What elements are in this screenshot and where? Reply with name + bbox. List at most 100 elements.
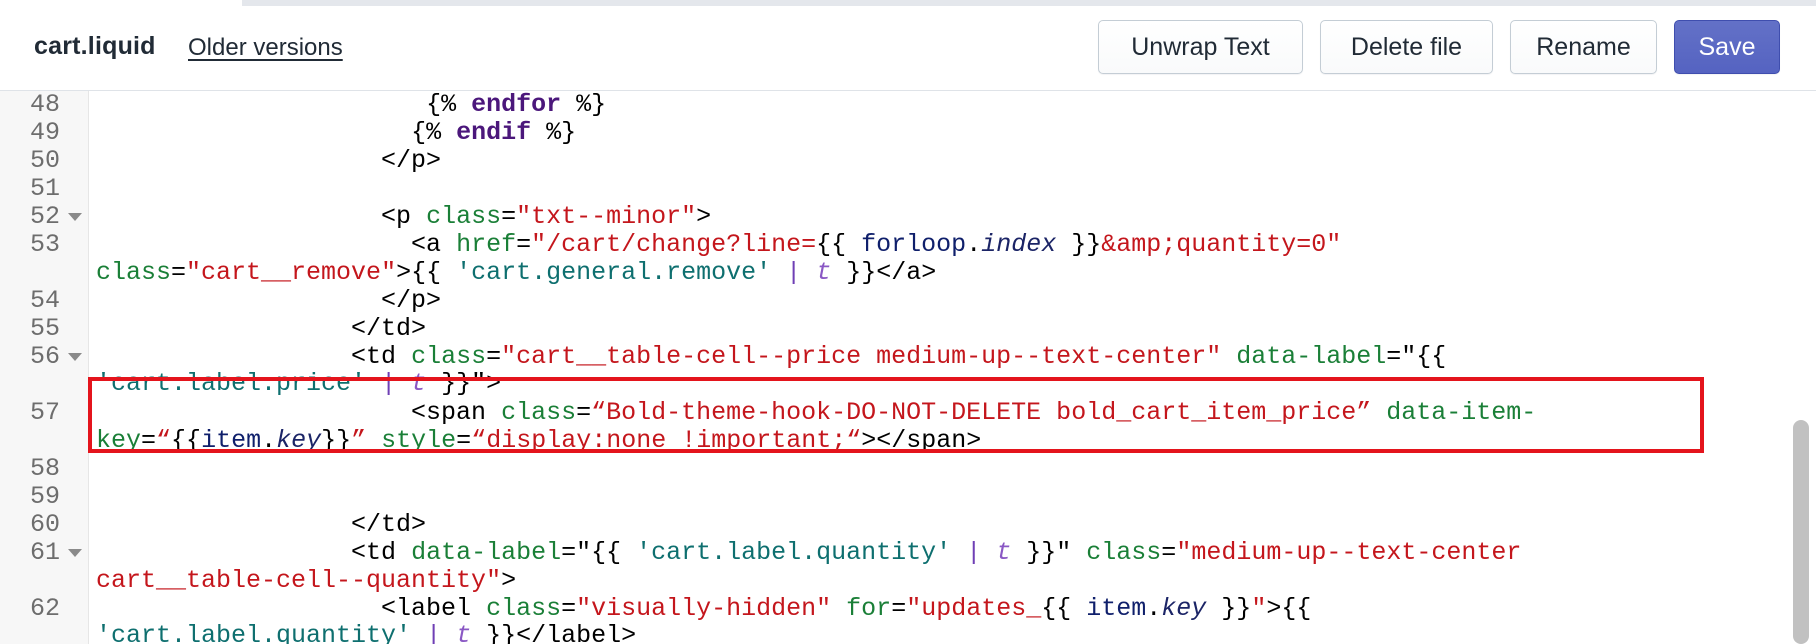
- line-number: 62: [29, 594, 60, 623]
- code-token: "/cart/change?line=: [531, 230, 817, 259]
- code-token: key: [96, 426, 142, 455]
- code-line-62-wrap: 'cart.label.quantity' | t }}</label>: [96, 622, 636, 644]
- line-number: 53: [29, 230, 60, 259]
- save-button[interactable]: Save: [1674, 20, 1780, 74]
- code-token: {{: [816, 230, 862, 259]
- code-token: forloop: [861, 230, 967, 259]
- code-token: }}: [1056, 230, 1102, 259]
- code-token: &amp;quantity=0": [1101, 230, 1342, 259]
- fold-toggle-icon[interactable]: [68, 353, 82, 361]
- line-number: 48: [29, 91, 60, 119]
- code-line-50: </p>: [96, 146, 442, 175]
- code-token: <span: [96, 398, 502, 427]
- older-versions-link[interactable]: Older versions: [188, 34, 343, 62]
- code-token: }}": [1011, 538, 1072, 567]
- code-token: {%: [411, 118, 457, 147]
- code-token: }}: [1206, 594, 1252, 623]
- code-token: for: [846, 594, 892, 623]
- code-token: "cart__table-cell--price medium-up--text…: [501, 342, 1222, 371]
- scrollbar-thumb[interactable]: [1793, 420, 1809, 644]
- code-token: }}: [321, 426, 352, 455]
- code-line-56-wrap: 'cart.label.price' | t }}">: [96, 370, 501, 398]
- code-token: {{: [171, 426, 202, 455]
- code-token: "cart__remove": [186, 258, 397, 287]
- code-token: <td: [96, 342, 412, 371]
- line-number: 52: [29, 202, 60, 231]
- code-token: =: [456, 426, 472, 455]
- code-token: "{{: [576, 538, 637, 567]
- code-token: data-label: [1236, 342, 1387, 371]
- code-line-57: <span class=“Bold-theme-hook-DO-NOT-DELE…: [96, 399, 1536, 427]
- code-token: |: [966, 538, 982, 567]
- code-token: }}">: [426, 369, 502, 398]
- line-number: 57: [29, 398, 60, 427]
- code-editor[interactable]: 48 49 50 51 52 53 54 55 56 57 58 59 60 6…: [0, 91, 1816, 644]
- code-token: class: [96, 258, 172, 287]
- fold-toggle-icon[interactable]: [68, 213, 82, 221]
- line-number: 59: [29, 482, 60, 511]
- code-token: "visually-hidden": [576, 594, 832, 623]
- code-line-54: </p>: [96, 286, 442, 315]
- code-token: data-label: [411, 538, 562, 567]
- code-line-55: </td>: [96, 314, 427, 343]
- code-token: class: [426, 202, 502, 231]
- code-token: “Bold-theme-hook-DO-NOT-DELETE bold_cart…: [591, 398, 1372, 427]
- code-token: =: [486, 342, 502, 371]
- code-token: ": [1251, 594, 1267, 623]
- code-token: index: [981, 230, 1057, 259]
- code-token: {{: [1041, 594, 1087, 623]
- code-token: .: [966, 230, 982, 259]
- line-number: 49: [29, 118, 60, 147]
- code-token: t: [411, 369, 427, 398]
- code-token: |: [381, 369, 397, 398]
- code-token: endif: [456, 118, 532, 147]
- code-token: cart__table-cell--quantity": [96, 566, 502, 595]
- code-token: =: [171, 258, 187, 287]
- code-token: <td: [96, 538, 412, 567]
- line-number-gutter: 48 49 50 51 52 53 54 55 56 57 58 59 60 6…: [0, 91, 89, 644]
- rename-button[interactable]: Rename: [1510, 20, 1657, 74]
- code-line-48: {% endfor %}: [96, 91, 606, 119]
- code-token: =: [1386, 342, 1402, 371]
- code-line-57-wrap: key=“{{item.key}}” style=“display:none !…: [96, 427, 981, 455]
- code-token: ”: [351, 426, 367, 455]
- code-line-53: <a href="/cart/change?line={{ forloop.in…: [96, 231, 1341, 259]
- code-token: class: [411, 342, 487, 371]
- code-token: |: [786, 258, 802, 287]
- code-token: =: [141, 426, 157, 455]
- code-token: t: [456, 621, 472, 644]
- code-token: key: [1161, 594, 1207, 623]
- code-token: =: [561, 538, 577, 567]
- code-token: class: [1086, 538, 1162, 567]
- code-token: "txt--minor": [516, 202, 697, 231]
- code-token: <a: [96, 230, 457, 259]
- code-token: style: [381, 426, 457, 455]
- code-token: <p: [96, 202, 427, 231]
- code-line-49: {% endif %}: [96, 119, 576, 147]
- line-number: 58: [29, 454, 60, 483]
- code-token: |: [426, 621, 442, 644]
- code-token: ></span>: [861, 426, 982, 455]
- code-token: t: [816, 258, 832, 287]
- code-token: >: [501, 566, 517, 595]
- code-token: <label: [96, 594, 487, 623]
- line-number: 61: [29, 538, 60, 567]
- code-token: %}: [561, 91, 607, 119]
- code-token: =: [891, 594, 907, 623]
- code-token: .: [261, 426, 277, 455]
- code-token: key: [276, 426, 322, 455]
- fold-toggle-icon[interactable]: [68, 549, 82, 557]
- unwrap-text-button[interactable]: Unwrap Text: [1098, 20, 1303, 74]
- code-token: =: [576, 398, 592, 427]
- line-number: 51: [29, 174, 60, 203]
- code-token: %}: [531, 118, 577, 147]
- delete-file-button[interactable]: Delete file: [1320, 20, 1493, 74]
